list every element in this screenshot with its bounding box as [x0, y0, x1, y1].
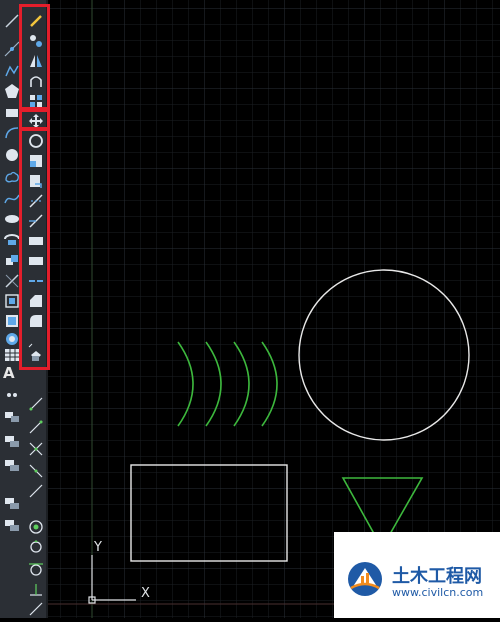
dimension-linear-icon[interactable]	[27, 395, 45, 413]
drawing-canvas[interactable]: Y X	[48, 0, 500, 618]
dimension-radius-icon[interactable]	[27, 440, 45, 458]
model-space	[48, 0, 500, 618]
dimension-angular-icon[interactable]	[27, 462, 45, 480]
snap-center-icon[interactable]	[27, 518, 45, 536]
ucs-y-label: Y	[94, 540, 102, 555]
ucs-x-label: X	[141, 586, 150, 601]
highlight-box-top	[19, 4, 50, 110]
dimension-diameter-icon[interactable]	[27, 482, 45, 500]
add-selected-icon[interactable]	[3, 386, 21, 404]
watermark-name: 土木工程网	[392, 566, 482, 587]
snap-quadrant-icon[interactable]	[27, 538, 45, 556]
watermark-badge: 土木工程网 www.civilcn.com	[334, 532, 500, 618]
multiline-text-icon[interactable]: A	[3, 364, 15, 382]
snap-nearest-icon[interactable]	[27, 600, 45, 618]
match-properties-icon[interactable]	[3, 494, 21, 512]
snap-perpendicular-icon[interactable]	[27, 580, 45, 598]
snap-tangent-icon[interactable]	[27, 560, 45, 578]
highlight-box-modify	[19, 128, 50, 370]
dimension-aligned-icon[interactable]	[27, 418, 45, 436]
highlight-box-move	[19, 109, 50, 130]
watermark-url: www.civilcn.com	[392, 586, 484, 599]
properties-icon[interactable]	[3, 456, 21, 474]
region-icon[interactable]	[3, 408, 21, 426]
layer-icon[interactable]	[3, 432, 21, 450]
quick-select-icon[interactable]	[3, 516, 21, 534]
civilcn-logo-icon	[348, 562, 382, 596]
